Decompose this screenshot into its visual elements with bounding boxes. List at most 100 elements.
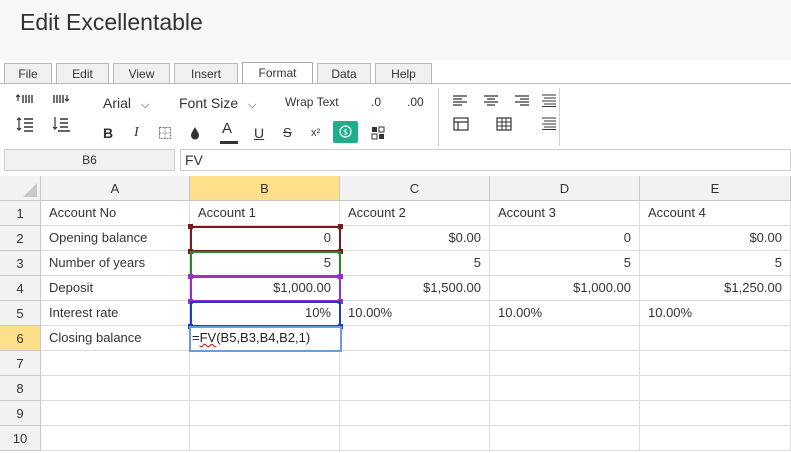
align-center-icon[interactable] bbox=[483, 94, 499, 107]
tab-help[interactable]: Help bbox=[375, 63, 432, 83]
cell-style-icon[interactable] bbox=[371, 126, 385, 140]
cell-b2[interactable]: 0 bbox=[190, 226, 340, 251]
cell-c9[interactable] bbox=[340, 401, 490, 426]
column-header-e[interactable]: E bbox=[640, 176, 791, 201]
superscript-button[interactable]: x² bbox=[311, 125, 320, 141]
row-header-7[interactable]: 7 bbox=[0, 351, 41, 376]
cell-b10[interactable] bbox=[190, 426, 340, 451]
row-header-2[interactable]: 2 bbox=[0, 226, 41, 251]
cell-e4[interactable]: $1,250.00 bbox=[640, 276, 791, 301]
cell-c1[interactable]: Account 2 bbox=[340, 201, 490, 226]
cell-b8[interactable] bbox=[190, 376, 340, 401]
align-right-icon[interactable] bbox=[514, 94, 530, 107]
increase-decimal-button[interactable]: .00 bbox=[407, 94, 424, 110]
row-header-1[interactable]: 1 bbox=[0, 201, 41, 226]
cell-c6[interactable] bbox=[340, 326, 490, 351]
row-header-5[interactable]: 5 bbox=[0, 301, 41, 326]
cell-d10[interactable] bbox=[490, 426, 640, 451]
cell-a1[interactable]: Account No bbox=[41, 201, 190, 226]
cell-a2[interactable]: Opening balance bbox=[41, 226, 190, 251]
cell-c4[interactable]: $1,500.00 bbox=[340, 276, 490, 301]
cell-c5[interactable]: 10.00% bbox=[340, 301, 490, 326]
cell-d1[interactable]: Account 3 bbox=[490, 201, 640, 226]
row-header-3[interactable]: 3 bbox=[0, 251, 41, 276]
cell-c8[interactable] bbox=[340, 376, 490, 401]
font-name-dropdown[interactable]: Arial ⌵ bbox=[103, 95, 149, 113]
cell-c10[interactable] bbox=[340, 426, 490, 451]
align-left-icon[interactable] bbox=[452, 94, 468, 107]
cell-e3[interactable]: 5 bbox=[640, 251, 791, 276]
cell-e6[interactable] bbox=[640, 326, 791, 351]
select-all-corner[interactable] bbox=[0, 176, 41, 201]
row-header-8[interactable]: 8 bbox=[0, 376, 41, 401]
decrease-decimal-button[interactable]: .0 bbox=[371, 94, 381, 110]
cell-e9[interactable] bbox=[640, 401, 791, 426]
cell-a6[interactable]: Closing balance bbox=[41, 326, 190, 351]
font-size-dropdown[interactable]: Font Size ⌵ bbox=[179, 95, 256, 113]
column-header-c[interactable]: C bbox=[340, 176, 490, 201]
cell-editor[interactable]: =FV(B5,B3,B4,B2,1) bbox=[189, 326, 342, 352]
tab-view[interactable]: View bbox=[113, 63, 170, 83]
tab-data[interactable]: Data bbox=[317, 63, 371, 83]
borders-icon[interactable] bbox=[158, 126, 172, 140]
cell-e8[interactable] bbox=[640, 376, 791, 401]
line-spacing-icon[interactable] bbox=[16, 116, 34, 132]
row-header-10[interactable]: 10 bbox=[0, 426, 41, 451]
cell-d4[interactable]: $1,000.00 bbox=[490, 276, 640, 301]
text-color-button[interactable]: A bbox=[222, 121, 232, 137]
cell-b9[interactable] bbox=[190, 401, 340, 426]
underline-button[interactable]: U bbox=[254, 125, 264, 141]
row-header-6[interactable]: 6 bbox=[0, 326, 41, 351]
column-header-a[interactable]: A bbox=[41, 176, 190, 201]
tab-format[interactable]: Format bbox=[242, 62, 313, 84]
wrap-text-button[interactable]: Wrap Text bbox=[285, 94, 339, 110]
strikethrough-button[interactable]: S bbox=[283, 125, 292, 141]
cell-d7[interactable] bbox=[490, 351, 640, 376]
cell-d8[interactable] bbox=[490, 376, 640, 401]
cell-a10[interactable] bbox=[41, 426, 190, 451]
cell-e10[interactable] bbox=[640, 426, 791, 451]
cell-d2[interactable]: 0 bbox=[490, 226, 640, 251]
tab-file[interactable]: File bbox=[4, 63, 52, 83]
formula-input[interactable]: FV bbox=[180, 149, 791, 171]
cell-b1[interactable]: Account 1 bbox=[190, 201, 340, 226]
cell-a5[interactable]: Interest rate bbox=[41, 301, 190, 326]
cell-b7[interactable] bbox=[190, 351, 340, 376]
name-box[interactable]: B6 bbox=[4, 149, 175, 171]
cell-d9[interactable] bbox=[490, 401, 640, 426]
insert-row-below-icon[interactable] bbox=[52, 93, 70, 109]
bold-button[interactable]: B bbox=[103, 125, 113, 141]
cell-b4[interactable]: $1,000.00 bbox=[190, 276, 340, 301]
cell-a3[interactable]: Number of years bbox=[41, 251, 190, 276]
tab-edit[interactable]: Edit bbox=[56, 63, 109, 83]
currency-format-button[interactable]: $ bbox=[333, 121, 358, 143]
italic-button[interactable]: I bbox=[134, 125, 139, 141]
cell-b5[interactable]: 10% bbox=[190, 301, 340, 326]
cell-e2[interactable]: $0.00 bbox=[640, 226, 791, 251]
cell-d5[interactable]: 10.00% bbox=[490, 301, 640, 326]
align-justify-icon[interactable] bbox=[541, 94, 557, 107]
row-header-4[interactable]: 4 bbox=[0, 276, 41, 301]
vertical-align-icon[interactable] bbox=[541, 117, 557, 130]
table-grid-icon[interactable] bbox=[496, 117, 512, 131]
cell-d3[interactable]: 5 bbox=[490, 251, 640, 276]
cell-a7[interactable] bbox=[41, 351, 190, 376]
column-header-b[interactable]: B bbox=[190, 176, 340, 201]
list-indent-icon[interactable] bbox=[52, 116, 70, 132]
cell-c2[interactable]: $0.00 bbox=[340, 226, 490, 251]
cell-a4[interactable]: Deposit bbox=[41, 276, 190, 301]
cell-c7[interactable] bbox=[340, 351, 490, 376]
cell-e5[interactable]: 10.00% bbox=[640, 301, 791, 326]
insert-row-above-icon[interactable] bbox=[16, 93, 34, 109]
tab-insert[interactable]: Insert bbox=[174, 63, 238, 83]
cell-b3[interactable]: 5 bbox=[190, 251, 340, 276]
row-header-9[interactable]: 9 bbox=[0, 401, 41, 426]
cell-e1[interactable]: Account 4 bbox=[640, 201, 791, 226]
cell-d6[interactable] bbox=[490, 326, 640, 351]
cell-a8[interactable] bbox=[41, 376, 190, 401]
cell-a9[interactable] bbox=[41, 401, 190, 426]
cell-c3[interactable]: 5 bbox=[340, 251, 490, 276]
merge-cells-icon[interactable] bbox=[453, 117, 469, 131]
fill-color-icon[interactable] bbox=[188, 125, 202, 141]
column-header-d[interactable]: D bbox=[490, 176, 640, 201]
